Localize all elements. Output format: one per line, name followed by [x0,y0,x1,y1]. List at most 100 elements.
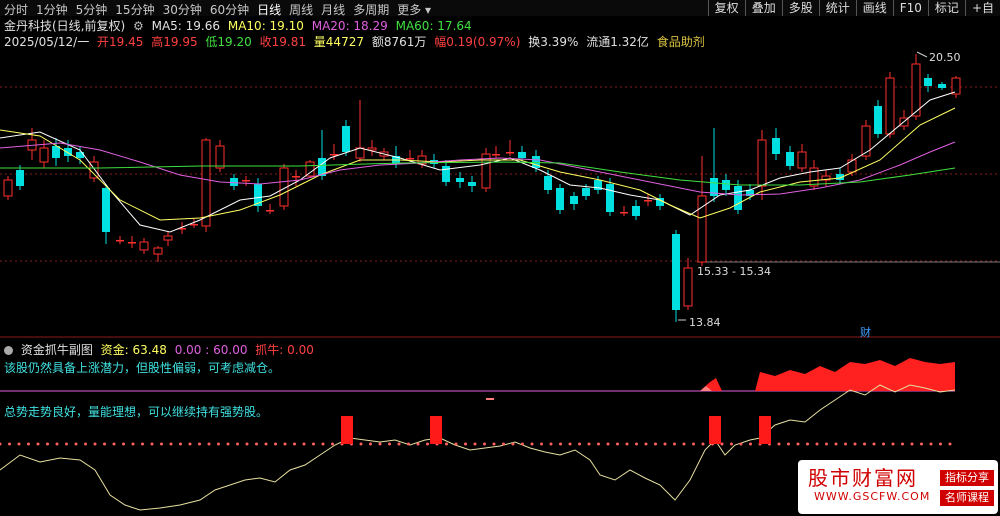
candle-34 [430,154,438,168]
candle-55 [697,156,707,266]
candle-74 [938,82,946,90]
period-tab-8[interactable]: 月线 [321,1,345,18]
quote-amount: 额8761万 [371,35,427,49]
candle-62 [786,146,794,170]
toolbar-button-7[interactable]: +自 [964,0,1000,16]
watermark-title: 股市财富网 [808,466,918,490]
candle-50 [632,200,640,220]
period-tab-2[interactable]: 5分钟 [76,1,108,18]
candle-53 [672,230,680,322]
ma-legend-row: 金丹科技(日线,前复权) ⚙ MA5: 19.66 MA10: 19.10 MA… [4,17,476,34]
candle-38 [481,148,491,192]
red-area-2 [755,358,955,391]
ma5-label: MA5: 19.66 [151,19,221,33]
candle-66 [836,168,844,184]
period-tab-5[interactable]: 60分钟 [210,1,249,18]
candle-12 [153,246,163,262]
watermark-tag-course: 名师课程 [940,490,994,506]
quote-date: 2025/05/12/一 [4,35,90,49]
quote-turnover: 换3.39% [528,35,579,49]
ma20-label: MA20: 18.29 [311,19,388,33]
period-tab-6[interactable]: 日线 [257,1,281,18]
candle-35 [442,160,450,186]
watermark-tag-share: 指标分享 [940,470,994,486]
bull-bar-3 [759,416,771,444]
period-tab-4[interactable]: 30分钟 [163,1,202,18]
candle-17 [215,140,225,172]
period-tab-1[interactable]: 1分钟 [36,1,68,18]
quote-high: 高19.95 [151,35,198,49]
candle-20 [254,178,262,212]
candle-9 [116,236,124,244]
toolbar-button-0[interactable]: 复权 [707,0,745,16]
toolbar-button-4[interactable]: 画线 [855,0,893,16]
toolbar-button-2[interactable]: 多股 [781,0,819,16]
candle-18 [230,174,238,190]
range-value: 0.00 : 60.00 [174,343,248,357]
indicator-toggle-icon[interactable] [4,346,13,355]
candle-0 [3,176,13,200]
period-tab-3[interactable]: 15分钟 [115,1,154,18]
dot-baseline [0,442,952,446]
candle-8 [102,184,110,244]
candle-73 [924,74,932,92]
candle-28 [355,100,365,162]
toolbar-button-3[interactable]: 统计 [818,0,856,16]
bull-bar-0 [341,416,353,444]
quote-open: 开19.45 [97,35,144,49]
bull-bar-1 [430,416,442,444]
period-tab-7[interactable]: 周线 [289,1,313,18]
candle-21 [266,204,274,214]
quote-float: 流通1.32亿 [586,35,649,49]
candle-61 [772,128,780,160]
quote-volume: 量44727 [313,35,364,49]
candle-60 [757,130,767,200]
candle-10 [128,236,136,248]
candle-1 [16,165,24,190]
ma10-label: MA10: 19.10 [227,19,304,33]
fund-value: 资金: 63.48 [100,343,167,357]
high-pointer [916,51,928,58]
settings-icon[interactable]: ⚙ [133,19,144,33]
candle-57 [722,174,730,196]
candle-63 [797,144,807,172]
quote-close: 收19.81 [259,35,306,49]
moving-average-lines [0,91,956,233]
candle-69 [874,100,882,138]
quote-row: 2025/05/12/一 开19.45 高19.95 低19.20 收19.81… [4,33,709,50]
ma60-label: MA60: 17.64 [395,19,472,33]
toolbar-button-1[interactable]: 叠加 [744,0,782,16]
bull-value: 抓牛: 0.00 [255,343,314,357]
candle-39 [492,146,500,158]
candle-29 [367,140,377,156]
finance-marker[interactable]: 财 [860,324,871,340]
period-tab-10[interactable]: 更多 ▾ [397,1,431,18]
period-tab-0[interactable]: 分时 [4,1,28,18]
candlesticks [3,54,961,322]
candle-49 [620,206,628,216]
candle-40 [506,140,514,156]
bull-bar-2 [709,416,721,444]
price-grid [0,51,1000,338]
period-tab-9[interactable]: 多周期 [353,1,389,18]
low-price-label: 13.84 [689,316,721,329]
kline-chart-canvas[interactable] [0,0,1000,516]
range-label: 15.33 - 15.34 [697,265,771,278]
subpanel-header: 资金抓牛副图 资金: 63.48 0.00 : 60.00 抓牛: 0.00 [4,341,318,358]
quote-sector[interactable]: 食品助剂 [657,35,705,49]
watermark-url: WWW.GSCFW.COM [814,490,931,503]
candle-64 [809,160,819,190]
candle-37 [468,176,476,192]
hint-text-2: 总势走势良好，量能理想，可以继续持有强势股。 [4,405,269,419]
ma10-line [0,107,956,221]
quote-change: 幅0.19(0.97%) [434,35,521,49]
toolbar-button-5[interactable]: F10 [892,0,928,16]
candle-52 [656,194,664,210]
subpanel-title: 资金抓牛副图 [20,343,93,357]
candle-36 [456,172,464,188]
toolbar-button-6[interactable]: 标记 [927,0,965,16]
watermark-logo: 股市财富网 WWW.GSCFW.COM 指标分享 名师课程 [798,460,998,514]
candle-4 [52,138,60,166]
candle-44 [556,184,564,214]
candle-13 [163,232,173,246]
